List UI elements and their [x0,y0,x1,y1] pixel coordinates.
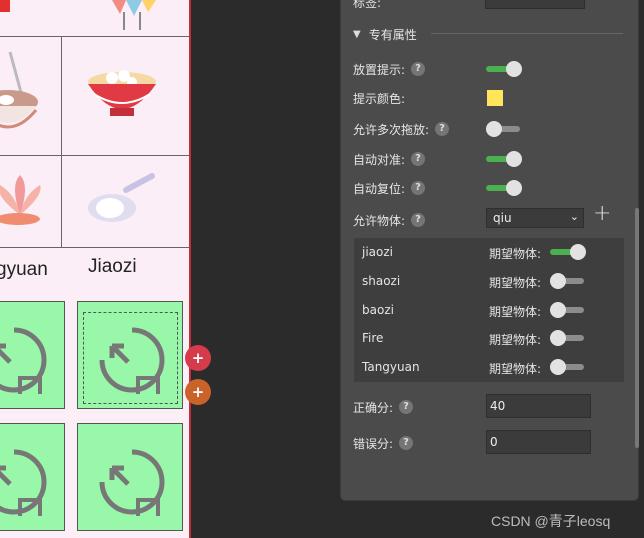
drop-target-tile[interactable] [77,423,183,531]
placement-hint-row: 放置提示: ? [353,58,426,80]
expected-object-toggle[interactable] [550,302,586,318]
allowed-objects-list: jiaozi 期望物体: shaozi 期望物体: baozi 期望物体: Fi… [354,238,624,382]
grid-line [0,155,189,156]
object-name: jiaozi [362,245,393,259]
object-name: Tangyuan [362,360,420,374]
grid-line [61,36,62,248]
help-icon[interactable]: ? [411,152,426,166]
lotus-image[interactable] [0,175,46,235]
expected-object-label: 期望物体: [489,305,542,319]
properties-panel: 标签: ▼ 专有属性 放置提示: ? 提示颜色: 允许多次拖放: ? 自动对准:… [340,0,639,501]
list-item: shaozi 期望物体: [354,267,624,295]
editor-canvas[interactable]: gyuan Jiaozi [0,0,191,538]
hint-color-row: 提示颜色: [353,87,405,109]
expected-object-toggle[interactable] [550,330,586,346]
allow-multi-drag-label: 允许多次拖放: [353,122,430,137]
correct-score-label: 正确分: [353,400,394,415]
expected-object-label: 期望物体: [489,362,542,376]
drop-target-icon [0,449,47,516]
expected-object-toggle[interactable] [550,244,586,260]
wrong-score-row: 错误分: ? [353,432,414,454]
section-header[interactable]: ▼ 专有属性 [353,26,417,43]
drop-target-tile[interactable] [0,423,65,531]
drop-target-icon [99,449,165,516]
correct-score-row: 正确分: ? [353,396,414,418]
list-item: jiaozi 期望物体: [354,238,624,266]
list-item: Fire 期望物体: [354,324,624,352]
grid-line [0,247,189,248]
drop-target-tile-selected[interactable] [77,301,183,409]
help-icon[interactable]: ? [411,213,426,227]
hint-color-label: 提示颜色: [353,91,406,106]
list-item: baozi 期望物体: [354,296,624,324]
panel-scrollbar[interactable] [635,208,639,448]
top-field-input[interactable] [485,0,585,9]
correct-score-input[interactable]: 40 [486,394,591,418]
help-icon[interactable]: ? [399,436,414,450]
allowed-objects-label: 允许物体: [353,213,406,228]
object-name: baozi [362,303,394,317]
expected-object-toggle[interactable] [550,359,586,375]
expected-object-label: 期望物体: [489,333,542,347]
help-icon[interactable]: ? [411,181,426,195]
section-title: 专有属性 [368,28,417,42]
auto-reset-label: 自动复位: [353,181,406,196]
allow-multi-drag-toggle[interactable] [486,121,522,137]
drop-target-icon [99,327,165,394]
help-icon[interactable]: ? [435,122,450,136]
caption-jiaozi: Jiaozi [88,256,137,277]
red-marker [0,0,10,12]
drop-target-tile[interactable] [0,301,65,409]
allowed-objects-row: 允许物体: ? [353,209,426,231]
watermark: CSDN @青子leosq [491,513,611,529]
auto-reset-row: 自动复位: ? [353,177,426,199]
add-badge-icon[interactable]: + [185,345,211,371]
soup-bowl-image[interactable] [86,62,158,124]
chevron-down-icon: ⌄ [569,210,579,223]
auto-align-row: 自动对准: ? [353,148,426,170]
add-object-button[interactable]: + [593,203,611,225]
caption-tangyuan: gyuan [0,259,48,280]
windmill-image [112,0,156,30]
wrong-score-label: 错误分: [353,436,394,451]
grid-line [0,36,189,37]
auto-reset-toggle[interactable] [486,180,522,196]
top-field-label: 标签: [353,0,382,10]
placement-hint-label: 放置提示: [353,62,406,77]
drop-target-icon [0,327,47,394]
object-name: shaozi [362,274,401,288]
section-divider [431,33,623,34]
spoon-image[interactable] [86,172,158,228]
auto-align-toggle[interactable] [486,151,522,167]
hint-color-swatch[interactable] [487,90,503,106]
expected-object-label: 期望物体: [489,247,542,261]
multi-drag-row: 允许多次拖放: ? [353,118,450,140]
list-item: Tangyuan 期望物体: [354,353,624,381]
expected-object-label: 期望物体: [489,276,542,290]
allowed-objects-select[interactable]: qiu ⌄ [486,208,584,228]
object-name: Fire [362,331,384,345]
expected-object-toggle[interactable] [550,273,586,289]
help-icon[interactable]: ? [411,62,426,76]
allowed-objects-value: qiu [493,211,512,225]
auto-align-label: 自动对准: [353,152,406,167]
placement-hint-toggle[interactable] [486,61,522,77]
wrong-score-input[interactable]: 0 [486,430,591,454]
collapse-triangle-icon[interactable]: ▼ [353,29,361,40]
add-badge-icon[interactable]: + [185,379,211,405]
tangyuan-bowl-image[interactable] [0,44,46,136]
help-icon[interactable]: ? [399,400,414,414]
